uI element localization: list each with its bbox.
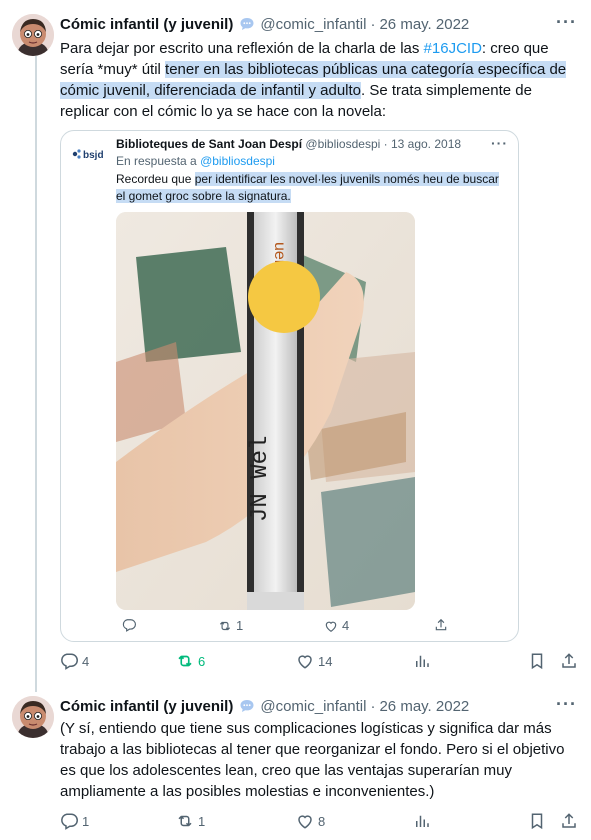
quote-photo[interactable]: uerr JN Wel — [116, 212, 415, 610]
bookmark-icon — [531, 813, 543, 830]
like-button[interactable]: 8 — [296, 812, 325, 830]
quote-share-button[interactable] — [434, 618, 448, 632]
separator-dot: · — [370, 15, 376, 33]
quote-reply-button[interactable] — [122, 618, 136, 632]
heart-icon — [325, 621, 337, 632]
separator-dot: · — [370, 697, 376, 715]
tweet-text: (Y sí, entiendo que tiene sus complicaci… — [60, 720, 565, 800]
like-count: 14 — [318, 653, 333, 669]
retweet-count: 1 — [198, 813, 206, 829]
author-handle[interactable]: @comic_infantil — [260, 698, 366, 715]
quote-date[interactable]: 13 ago. 2018 — [391, 137, 461, 151]
retweet-icon — [178, 655, 192, 667]
reply-icon — [122, 619, 136, 632]
quote-more-options-icon[interactable]: ··· — [491, 135, 508, 151]
author-avatar[interactable] — [12, 14, 54, 56]
quote-retweet-count: 1 — [236, 618, 244, 633]
retweet-count: 6 — [198, 653, 206, 669]
retweet-button[interactable]: 1 — [176, 812, 205, 830]
thread-line — [35, 680, 37, 692]
share-button[interactable] — [560, 812, 578, 830]
quote-author-handle[interactable]: @bibliosdespi — [305, 137, 380, 151]
spine-label: JN Wel — [247, 436, 274, 522]
tweet-2[interactable]: Cómic infantil (y juvenil) @comic_infant… — [0, 680, 591, 840]
author-name[interactable]: Cómic infantil (y juvenil) — [60, 698, 233, 715]
chat-bubble-icon — [240, 700, 254, 712]
chat-bubble-icon — [240, 18, 254, 30]
like-button[interactable]: 14 — [296, 652, 332, 670]
tweet-text-part: Para dejar por escrito una reflexión de … — [60, 40, 424, 57]
reply-button[interactable]: 1 — [60, 812, 89, 830]
share-icon — [435, 618, 447, 631]
quote-like-button[interactable]: 4 — [324, 618, 349, 633]
bookmark-icon — [531, 653, 543, 670]
tweet-date[interactable]: 26 may. 2022 — [379, 16, 469, 33]
reply-icon — [61, 813, 78, 830]
views-button[interactable] — [413, 652, 431, 670]
reply-count: 1 — [82, 813, 90, 829]
heart-icon — [298, 655, 312, 669]
like-count: 8 — [318, 813, 326, 829]
reply-count: 4 — [82, 653, 90, 669]
tweet-1[interactable]: Cómic infantil (y juvenil) @comic_infant… — [0, 0, 591, 684]
quote-retweet-button[interactable]: 1 — [218, 618, 243, 633]
quote-author-name[interactable]: Biblioteques de Sant Joan Despí — [116, 137, 302, 151]
more-options-icon[interactable]: ··· — [556, 694, 577, 715]
tweet-text: Para dejar por escrito una reflexión de … — [60, 38, 581, 122]
quoted-tweet[interactable]: bsjd Biblioteques de Sant Joan Despí @bi… — [60, 130, 519, 642]
share-icon — [562, 813, 576, 828]
library-logo[interactable]: bsjd — [70, 146, 110, 162]
reply-button[interactable]: 4 — [60, 652, 89, 670]
retweet-icon — [178, 815, 192, 827]
bookmark-button[interactable] — [528, 812, 546, 830]
reply-context: En respuesta a @bibliosdespi — [116, 154, 275, 168]
author-name[interactable]: Cómic infantil (y juvenil) — [60, 16, 233, 33]
separator-dot: · — [383, 137, 388, 151]
logo-text: bsjd — [83, 150, 104, 161]
author-avatar[interactable] — [12, 696, 54, 738]
retweet-button[interactable]: 6 — [176, 652, 205, 670]
bookmark-button[interactable] — [528, 652, 546, 670]
quote-text: Recordeu que per identificar les novel·l… — [116, 171, 501, 205]
tweet-date[interactable]: 26 may. 2022 — [379, 698, 469, 715]
quote-like-count: 4 — [342, 618, 350, 633]
views-button[interactable] — [413, 812, 431, 830]
thread-line — [35, 56, 37, 684]
hashtag-link[interactable]: #16JCID — [424, 40, 482, 57]
retweet-icon — [219, 621, 231, 630]
analytics-icon — [416, 655, 429, 667]
analytics-icon — [416, 815, 429, 827]
reply-to-link[interactable]: @bibliosdespi — [200, 154, 275, 168]
tweet-actions: 1 1 8 — [60, 812, 580, 834]
share-button[interactable] — [560, 652, 578, 670]
share-icon — [562, 653, 576, 668]
quote-actions: 1 4 — [116, 618, 496, 636]
reply-prefix: En respuesta a — [116, 154, 201, 168]
reply-icon — [61, 653, 78, 670]
heart-icon — [298, 815, 312, 829]
author-handle[interactable]: @comic_infantil — [260, 16, 366, 33]
quote-text-part: Recordeu que — [116, 172, 195, 186]
more-options-icon[interactable]: ··· — [556, 12, 577, 33]
tweet-actions: 4 6 14 — [60, 652, 580, 674]
